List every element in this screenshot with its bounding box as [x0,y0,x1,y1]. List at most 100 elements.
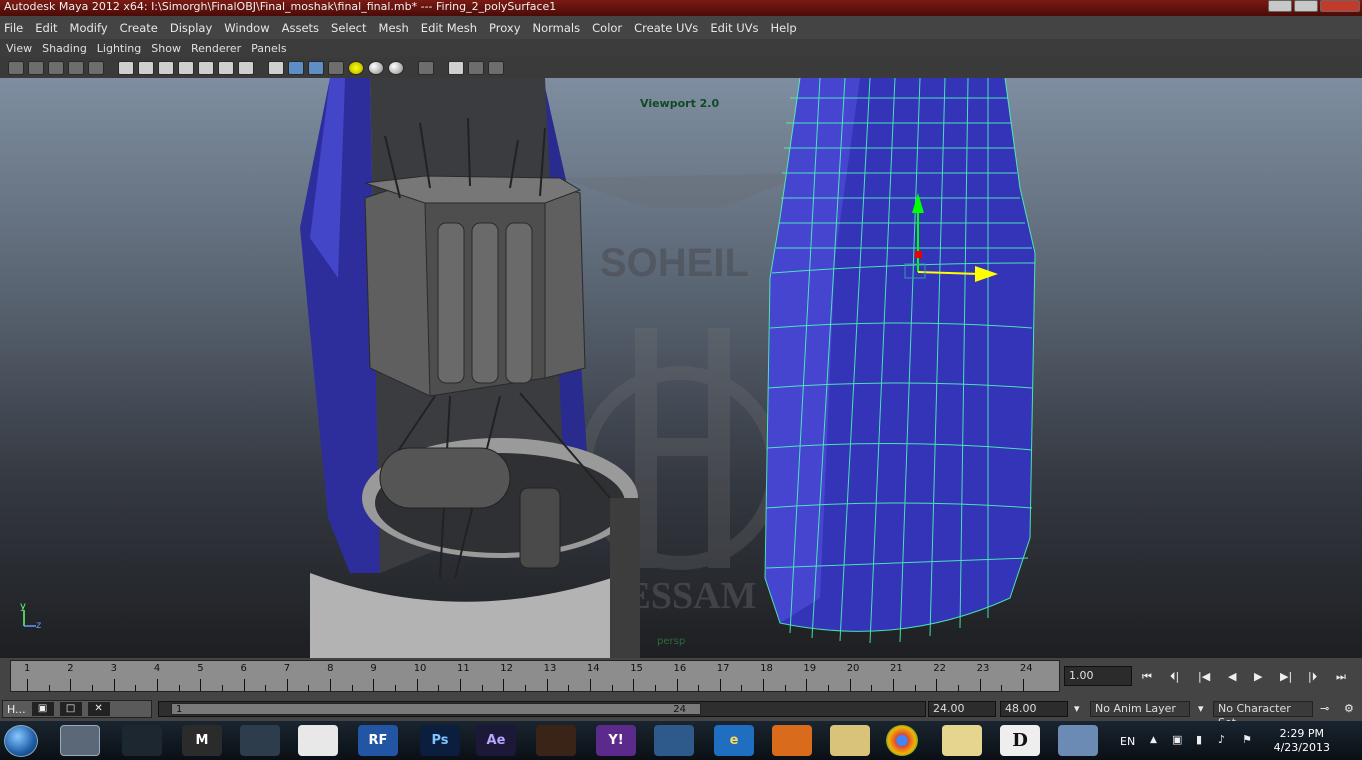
taskbar-app-zbrush[interactable] [298,725,338,756]
step-back-key-icon[interactable]: |◀ [1198,670,1210,683]
taskbar-app-chrome[interactable] [886,725,918,756]
textured-icon[interactable] [328,60,344,75]
taskbar-app-dots[interactable] [536,725,576,756]
menu-file[interactable]: File [4,21,23,35]
character-set-dropdown[interactable]: No Character Set [1213,701,1313,729]
menu-help[interactable]: Help [771,21,797,35]
taskbar-app-yahoo[interactable]: Y! [596,725,636,756]
go-to-start-icon[interactable]: ⏮ [1142,670,1152,684]
taskbar-app-realflow[interactable]: RF [358,725,398,756]
taskbar-app-daemon[interactable]: D [1000,725,1040,756]
menu-mesh[interactable]: Mesh [379,21,409,35]
xray-icon[interactable] [448,60,464,75]
smooth-shade-icon[interactable] [288,60,304,75]
range-slider-handle[interactable]: 1 24 [171,703,701,715]
restore-icon[interactable]: ▣ [31,702,54,716]
step-back-frame-icon[interactable]: ⏴| [1170,670,1179,684]
shadows-icon[interactable] [368,60,384,75]
menu-display[interactable]: Display [170,21,212,35]
key-icon[interactable]: ⊸ [1320,702,1329,715]
backface-culling-icon[interactable] [488,60,504,75]
taskbar-app-media[interactable] [772,725,812,756]
network-tray-icon[interactable]: ▣ [1172,733,1182,746]
maximize-button[interactable] [1294,0,1318,12]
taskbar-app-maya[interactable] [60,725,100,756]
menu-create[interactable]: Create [120,21,158,35]
tray-expand-icon[interactable]: ▲ [1150,735,1157,745]
playback-end-field[interactable]: 48.00 [1000,701,1068,717]
menu-color[interactable]: Color [592,21,622,35]
taskbar-app-network[interactable] [654,725,694,756]
bookmark-icon[interactable] [48,60,64,75]
taskbar-app-aftereffects[interactable]: Ae [476,725,516,756]
menu-edit[interactable]: Edit [35,21,57,35]
animation-preferences-icon[interactable]: ⚙ [1344,702,1354,715]
menu-select[interactable]: Select [331,21,366,35]
menu-modify[interactable]: Modify [70,21,108,35]
close-button[interactable] [1320,0,1360,12]
play-backwards-icon[interactable]: ◀ [1228,670,1236,683]
dropdown-arrow-icon[interactable]: ▾ [1074,702,1080,715]
time-ruler[interactable]: 1 2 3 4 5 6 7 8 9 10 11 12 13 14 15 16 17 18 19 20 21 22 23 24 [10,660,1060,692]
ambient-occlusion-icon[interactable] [388,60,404,75]
anim-layer-dropdown[interactable]: No Anim Layer [1090,701,1190,717]
dropdown-arrow-icon[interactable]: ▾ [1198,702,1204,715]
menu-assets[interactable]: Assets [282,21,319,35]
taskbar-app-3dsmax[interactable] [122,725,162,756]
step-forward-key-icon[interactable]: ▶| [1280,670,1292,683]
maximize-icon[interactable]: □ [59,702,82,716]
taskbar-app-folder[interactable] [942,725,982,756]
taskbar-app-explorer[interactable] [830,725,870,756]
grid-icon[interactable] [118,60,134,75]
field-chart-icon[interactable] [198,60,214,75]
taskbar-app-photoshop[interactable]: Ps [420,725,460,756]
image-plane-icon[interactable] [68,60,84,75]
panel-menu-show[interactable]: Show [151,42,181,55]
scene-render[interactable]: SOHEIL HESSAM [0,78,1362,658]
wireframe-on-shaded-icon[interactable] [308,60,324,75]
panel-menu-lighting[interactable]: Lighting [97,42,141,55]
menu-edit-mesh[interactable]: Edit Mesh [421,21,477,35]
film-gate-icon[interactable] [138,60,154,75]
battery-tray-icon[interactable]: ▮ [1196,733,1202,746]
volume-tray-icon[interactable]: ♪ [1218,733,1225,746]
panel-menu-shading[interactable]: Shading [42,42,87,55]
start-button[interactable] [4,725,38,757]
minimized-window[interactable]: H... ▣ □ ✕ [2,700,152,718]
resolution-gate-icon[interactable] [158,60,174,75]
flag-tray-icon[interactable]: ⚑ [1242,733,1252,746]
menu-edit-uvs[interactable]: Edit UVs [710,21,758,35]
wireframe-icon[interactable] [268,60,284,75]
menu-proxy[interactable]: Proxy [489,21,521,35]
isolate-select-icon[interactable] [418,60,434,75]
close-icon[interactable]: ✕ [87,702,110,716]
panel-menu-panels[interactable]: Panels [251,42,286,55]
gate-mask-icon[interactable] [178,60,194,75]
language-indicator[interactable]: EN [1120,735,1135,748]
menu-window[interactable]: Window [224,21,269,35]
taskbar-app-paint[interactable] [1058,725,1098,756]
step-forward-frame-icon[interactable]: |⏵ [1308,670,1317,684]
xray-joints-icon[interactable] [468,60,484,75]
safe-title-icon[interactable] [238,60,254,75]
use-all-lights-icon[interactable] [348,60,364,75]
minimize-button[interactable] [1268,0,1292,12]
viewport-panel[interactable]: SOHEIL HESSAM Viewport 2.0 persp y z [0,78,1362,658]
current-frame-field[interactable]: 1.00 [1064,666,1132,686]
2d-pan-zoom-icon[interactable] [88,60,104,75]
menu-normals[interactable]: Normals [533,21,581,35]
menu-create-uvs[interactable]: Create UVs [634,21,698,35]
taskbar-app-dolphin[interactable] [240,725,280,756]
camera-attributes-icon[interactable] [28,60,44,75]
panel-menu-view[interactable]: View [6,42,32,55]
taskbar-app-ie[interactable]: e [714,725,754,756]
panel-menu-renderer[interactable]: Renderer [191,42,241,55]
play-forwards-icon[interactable]: ▶ [1254,670,1262,683]
taskbar-app-mudbox[interactable]: M [182,725,222,756]
safe-action-icon[interactable] [218,60,234,75]
select-camera-icon[interactable] [8,60,24,75]
go-to-end-icon[interactable]: ⏭ [1336,670,1346,684]
animation-end-field[interactable]: 24.00 [928,701,996,717]
system-clock[interactable]: 2:29 PM 4/23/2013 [1274,727,1330,755]
range-slider[interactable]: 1 24 [158,701,926,717]
